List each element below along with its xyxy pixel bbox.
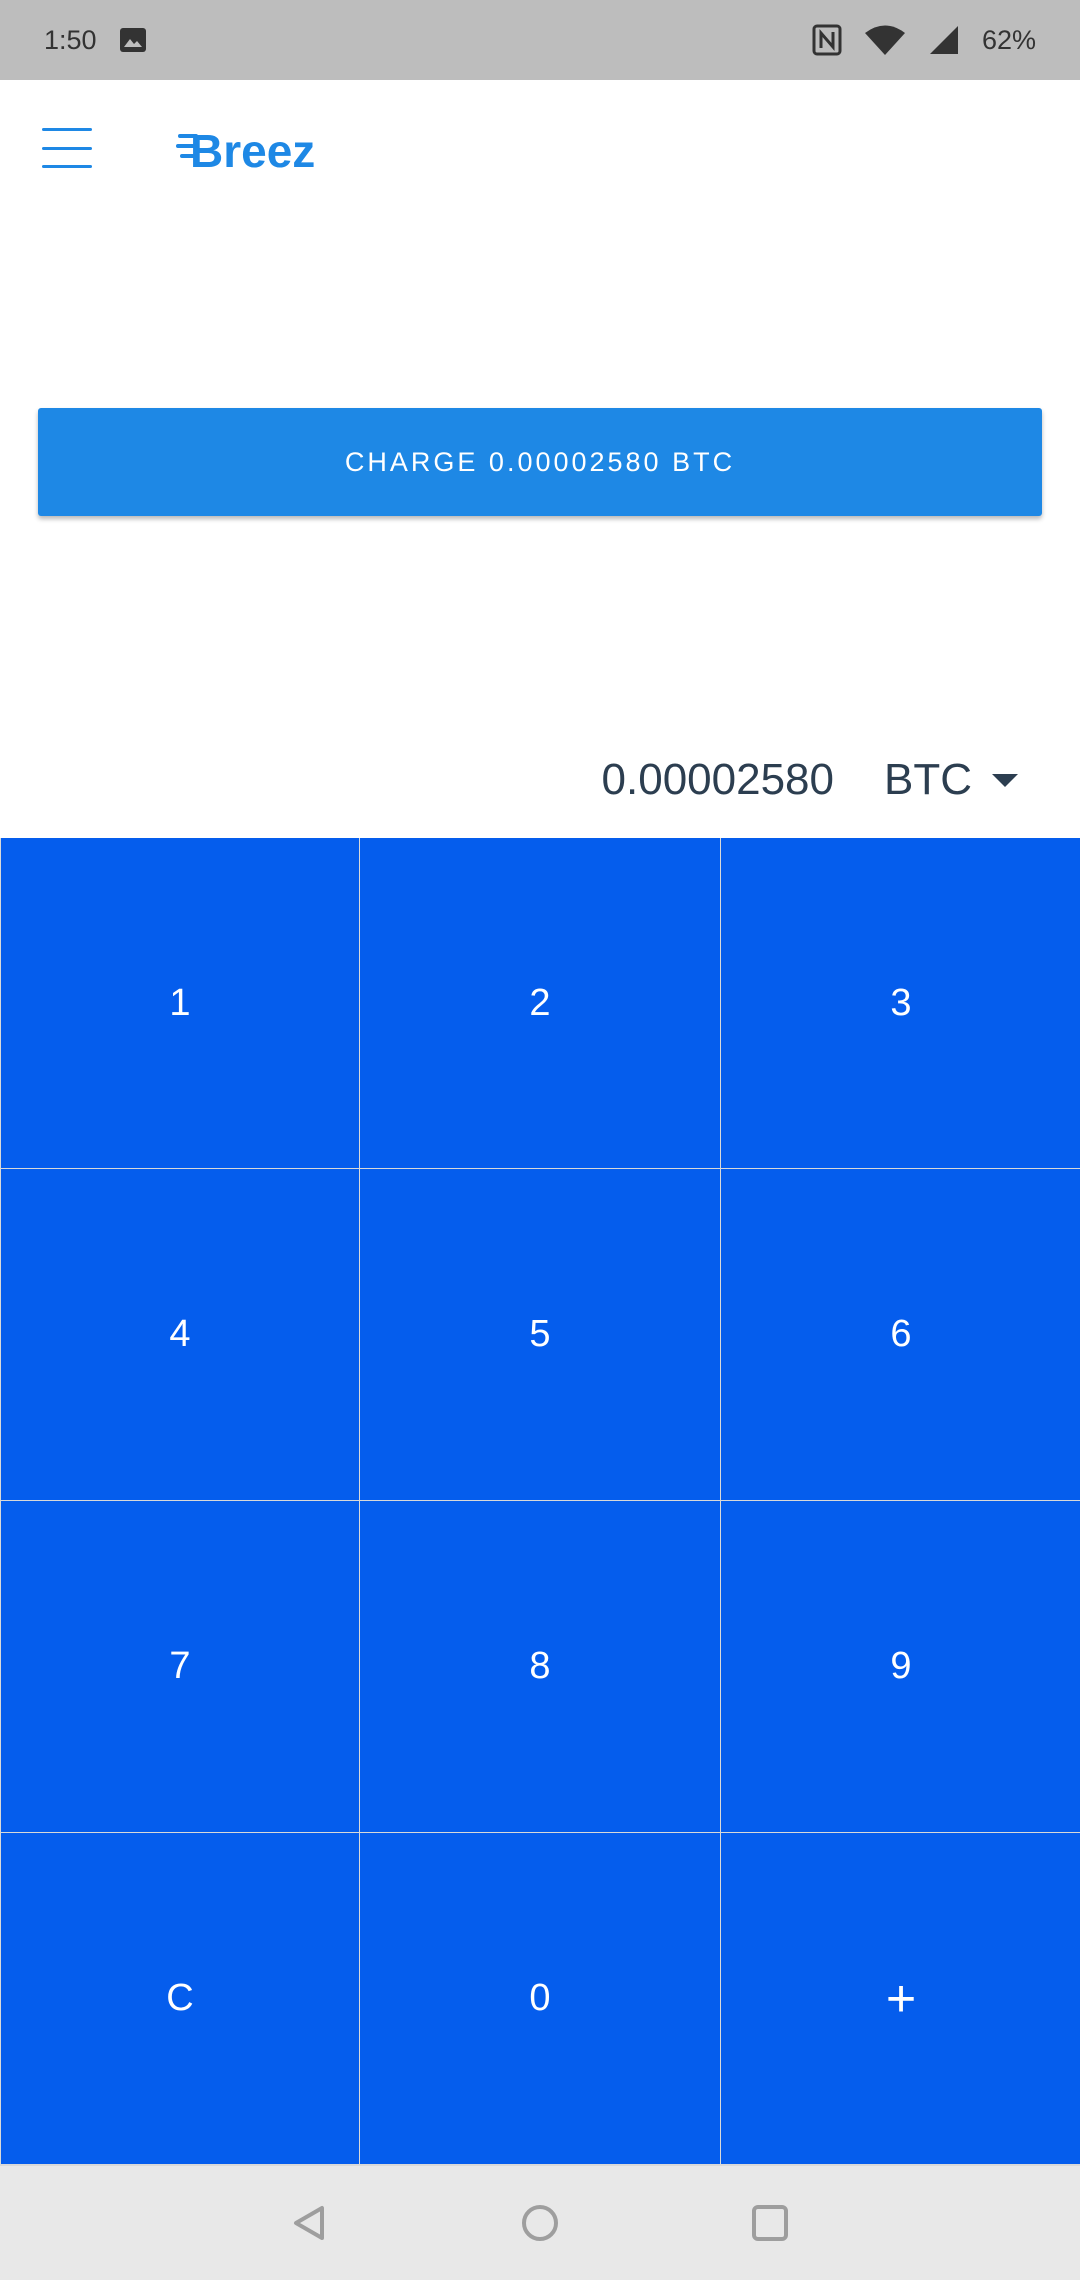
key-6[interactable]: 6 [721,1169,1080,1500]
keypad: 1 2 3 4 5 6 7 8 9 C 0 + [0,838,1080,2166]
status-bar: 1:50 62% [0,0,1080,80]
hamburger-menu-icon[interactable] [42,128,92,168]
image-icon [119,27,147,53]
charge-button[interactable]: CHARGE 0.00002580 BTC [38,408,1042,516]
battery-percent: 62% [981,24,1036,55]
amount-value: 0.00002580 [601,755,834,804]
charge-button-label: CHARGE 0.00002580 BTC [344,446,736,477]
svg-text:Breez: Breez [190,125,315,176]
key-7[interactable]: 7 [1,1501,359,1832]
signal-icon [928,24,960,56]
key-3[interactable]: 3 [721,838,1080,1168]
wifi-icon [864,24,906,56]
status-left: 1:50 [44,25,147,56]
key-9[interactable]: 9 [721,1501,1080,1832]
amount-display: 0.00002580 BTC [0,740,1080,820]
key-4[interactable]: 4 [1,1169,359,1500]
chevron-down-icon [992,773,1018,787]
home-icon[interactable] [520,2203,560,2243]
key-clear[interactable]: C [1,1833,359,2164]
key-2[interactable]: 2 [360,838,720,1168]
currency-label: BTC [884,755,972,804]
breez-logo: Breez [176,120,328,176]
app-bar: Breez [0,80,1080,216]
status-time: 1:50 [44,24,97,55]
status-right: 62% [812,24,1036,56]
key-1[interactable]: 1 [1,838,359,1168]
nfc-icon [812,24,842,56]
back-icon[interactable] [290,2203,330,2243]
key-8[interactable]: 8 [360,1501,720,1832]
key-plus[interactable]: + [721,1833,1080,2164]
recents-icon[interactable] [750,2203,790,2243]
currency-dropdown[interactable]: BTC [884,755,1018,805]
key-5[interactable]: 5 [360,1169,720,1500]
system-nav-bar [0,2166,1080,2280]
key-0[interactable]: 0 [360,1833,720,2164]
